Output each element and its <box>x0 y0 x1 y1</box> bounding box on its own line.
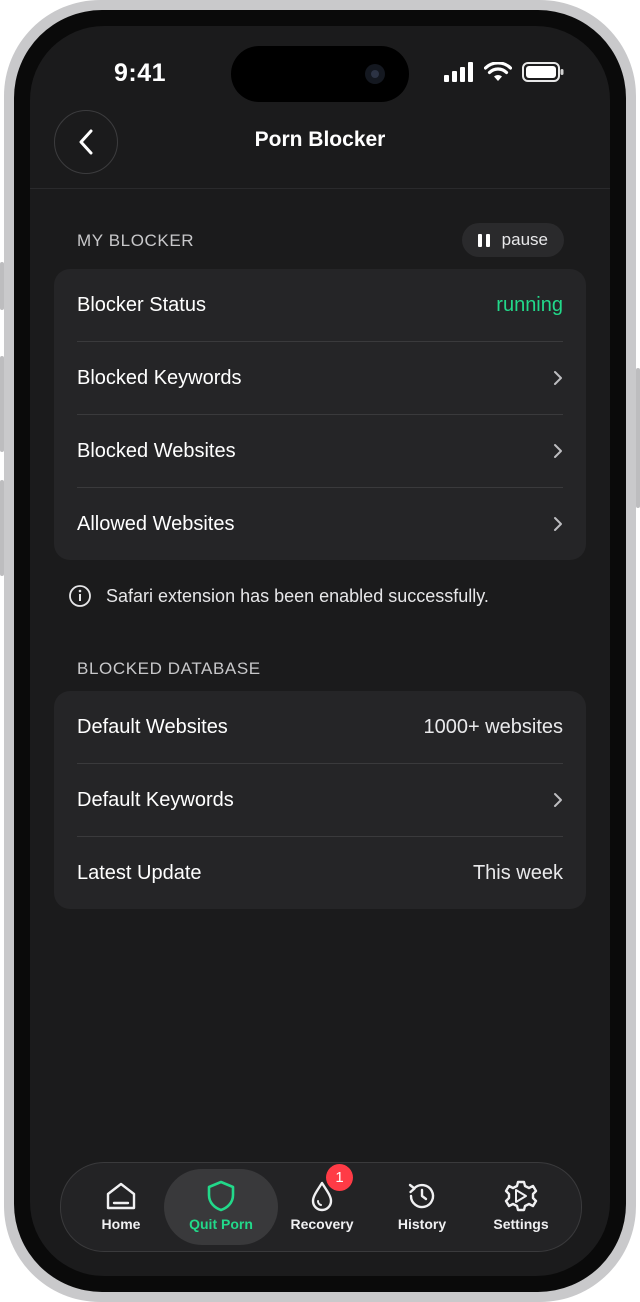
notification-badge: 1 <box>326 1164 353 1191</box>
dynamic-island <box>231 46 409 102</box>
default-keywords-row[interactable]: Default Keywords <box>77 764 563 837</box>
tab-quit-porn[interactable]: Quit Porn <box>164 1169 278 1245</box>
info-icon <box>69 585 91 607</box>
screen: 9:41 Porn Blocker MY BLOCKER pause Block… <box>30 26 610 1276</box>
cellular-signal-icon <box>444 62 473 82</box>
chevron-right-icon <box>554 371 562 385</box>
my-blocker-card: Blocker Status running Blocked Keywords … <box>54 269 586 560</box>
tab-settings[interactable]: Settings <box>471 1169 571 1245</box>
volume-down-button <box>0 480 4 576</box>
pause-label: pause <box>501 230 548 249</box>
home-icon <box>106 1182 136 1210</box>
blocked-websites-row[interactable]: Blocked Websites <box>77 415 563 488</box>
action-button <box>0 262 4 310</box>
my-blocker-section-label: MY BLOCKER <box>77 231 195 250</box>
tab-recovery-label: Recovery <box>290 1216 354 1232</box>
tab-history-label: History <box>397 1216 447 1232</box>
tab-recovery[interactable]: Recovery 1 <box>272 1164 372 1245</box>
tab-home-label: Home <box>101 1216 141 1232</box>
blocked-keywords-row[interactable]: Blocked Keywords <box>77 342 563 415</box>
tab-history[interactable]: History <box>372 1169 472 1245</box>
power-button <box>636 368 640 508</box>
blocked-database-card: Default Websites 1000+ websites Default … <box>54 691 586 909</box>
nav-header: Porn Blocker <box>30 98 610 189</box>
gear-icon <box>504 1180 538 1212</box>
tab-quit-porn-label: Quit Porn <box>189 1216 253 1232</box>
volume-up-button <box>0 356 4 452</box>
allowed-websites-label: Allowed Websites <box>77 512 235 535</box>
blocked-database-section-label: BLOCKED DATABASE <box>77 659 261 678</box>
latest-update-label: Latest Update <box>77 861 202 884</box>
default-websites-row: Default Websites 1000+ websites <box>77 691 563 764</box>
battery-icon <box>522 62 564 82</box>
blocked-websites-label: Blocked Websites <box>77 439 236 462</box>
default-websites-value: 1000+ websites <box>423 715 563 738</box>
pause-button[interactable]: pause <box>461 223 564 257</box>
status-time: 9:41 <box>114 59 167 87</box>
page-title: Porn Blocker <box>254 128 386 151</box>
blocker-status-value: running <box>496 293 563 316</box>
info-message: Safari extension has been enabled succes… <box>68 584 489 608</box>
camera-icon <box>365 64 385 84</box>
chevron-right-icon <box>554 444 562 458</box>
blocker-status-label: Blocker Status <box>77 293 206 316</box>
info-message-text: Safari extension has been enabled succes… <box>106 585 489 606</box>
allowed-websites-row[interactable]: Allowed Websites <box>77 488 563 560</box>
blocker-status-row: Blocker Status running <box>77 269 563 342</box>
tab-settings-label: Settings <box>493 1216 549 1232</box>
history-icon <box>408 1183 435 1209</box>
chevron-right-icon <box>554 793 562 807</box>
default-keywords-label: Default Keywords <box>77 788 234 811</box>
wifi-icon <box>484 62 512 81</box>
tab-bar: Home Quit Porn Recovery 1 History Settin… <box>60 1162 582 1252</box>
pause-icon <box>477 233 490 247</box>
latest-update-value: This week <box>472 861 563 884</box>
tab-home[interactable]: Home <box>71 1169 171 1245</box>
chevron-right-icon <box>554 517 562 531</box>
default-websites-label: Default Websites <box>77 715 228 738</box>
latest-update-row: Latest Update This week <box>77 837 563 909</box>
shield-icon <box>207 1180 235 1212</box>
blocked-keywords-label: Blocked Keywords <box>77 366 242 389</box>
status-icons <box>444 62 564 82</box>
